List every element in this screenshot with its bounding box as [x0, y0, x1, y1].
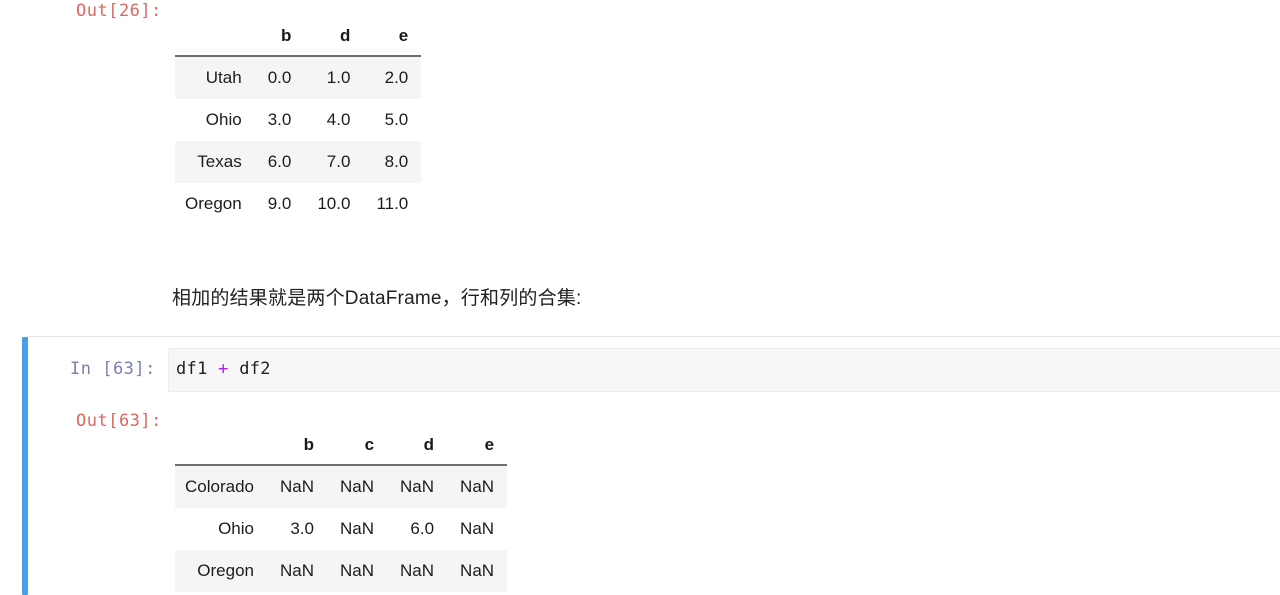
dataframe-table: b d e Utah 0.0 1.0 2.0 Ohio 3.0 4.0 5.0 — [175, 22, 422, 225]
table-cell: NaN — [340, 519, 375, 538]
table-header-row: b c d e — [175, 431, 508, 465]
column-header-d: d — [387, 431, 448, 465]
markdown-paragraph: 相加的结果就是两个DataFrame，行和列的合集: — [172, 288, 582, 309]
row-index-ohio: Ohio — [218, 519, 254, 538]
table-row: Ohio 3.0 4.0 5.0 — [175, 99, 422, 141]
code-token-plus-operator: + — [218, 359, 229, 379]
table-cell: 8.0 — [384, 152, 409, 171]
row-index-colorado: Colorado — [185, 477, 254, 496]
dataframe-table: b c d e Colorado NaN NaN NaN NaN Ohio 3.… — [175, 431, 508, 592]
row-index-oregon: Oregon — [197, 561, 254, 580]
table-cell: 2.0 — [384, 68, 409, 87]
table-cell: 6.0 — [267, 152, 292, 171]
table-cell: 0.0 — [267, 68, 292, 87]
table-cell: NaN — [280, 477, 315, 496]
table-body: Colorado NaN NaN NaN NaN Ohio 3.0 NaN 6.… — [175, 465, 508, 592]
dataframe-output-63: b c d e Colorado NaN NaN NaN NaN Ohio 3.… — [175, 431, 508, 592]
column-header-b: b — [254, 22, 305, 56]
table-body: Utah 0.0 1.0 2.0 Ohio 3.0 4.0 5.0 Texas … — [175, 56, 422, 225]
table-cell: 5.0 — [384, 110, 409, 129]
row-index-texas: Texas — [197, 152, 242, 171]
table-cell: NaN — [460, 477, 495, 496]
table-cell: 11.0 — [376, 194, 409, 213]
table-corner-cell — [175, 22, 255, 56]
table-cell: NaN — [400, 561, 435, 580]
table-cell: NaN — [340, 477, 375, 496]
code-input-box[interactable] — [168, 348, 1280, 392]
table-cell: 9.0 — [267, 194, 292, 213]
column-header-d: d — [304, 22, 364, 56]
table-cell: 3.0 — [267, 110, 292, 129]
column-header-e: e — [363, 22, 422, 56]
table-cell: 10.0 — [317, 194, 351, 213]
cell-top-divider — [26, 336, 1280, 337]
table-row: Utah 0.0 1.0 2.0 — [175, 56, 422, 99]
input-prompt-63: In [63]: — [70, 359, 156, 379]
table-row: Oregon 9.0 10.0 11.0 — [175, 183, 422, 225]
table-cell: 7.0 — [326, 152, 351, 171]
cell-selection-bar[interactable] — [22, 337, 28, 595]
table-cell: NaN — [460, 561, 495, 580]
row-index-utah: Utah — [205, 68, 242, 87]
table-head: b c d e — [175, 431, 508, 465]
table-cell: NaN — [340, 561, 375, 580]
row-index-ohio: Ohio — [205, 110, 242, 129]
table-corner-cell — [175, 431, 267, 465]
table-cell: 3.0 — [290, 519, 315, 538]
output-prompt-26: Out[26]: — [76, 1, 162, 21]
code-line[interactable]: df1 + df2 — [176, 359, 271, 379]
table-row: Colorado NaN NaN NaN NaN — [175, 465, 508, 508]
table-cell: 1.0 — [326, 68, 351, 87]
output-prompt-63: Out[63]: — [76, 411, 162, 431]
table-cell: 6.0 — [410, 519, 435, 538]
table-cell: NaN — [460, 519, 495, 538]
row-index-oregon: Oregon — [185, 194, 242, 213]
dataframe-output-26: b d e Utah 0.0 1.0 2.0 Ohio 3.0 4.0 5.0 — [175, 22, 422, 225]
table-row: Texas 6.0 7.0 8.0 — [175, 141, 422, 183]
column-header-e: e — [447, 431, 508, 465]
table-cell: NaN — [280, 561, 315, 580]
table-row: Oregon NaN NaN NaN NaN — [175, 550, 508, 592]
code-token-df2: df2 — [228, 359, 271, 379]
table-cell: NaN — [400, 477, 435, 496]
table-head: b d e — [175, 22, 422, 56]
column-header-c: c — [327, 431, 388, 465]
column-header-b: b — [267, 431, 328, 465]
table-row: Ohio 3.0 NaN 6.0 NaN — [175, 508, 508, 550]
table-header-row: b d e — [175, 22, 422, 56]
notebook-viewport: Out[26]: b d e Utah 0.0 1.0 2.0 Ohio 3.0… — [0, 0, 1280, 595]
code-token-df1: df1 — [176, 359, 219, 379]
table-cell: 4.0 — [326, 110, 351, 129]
